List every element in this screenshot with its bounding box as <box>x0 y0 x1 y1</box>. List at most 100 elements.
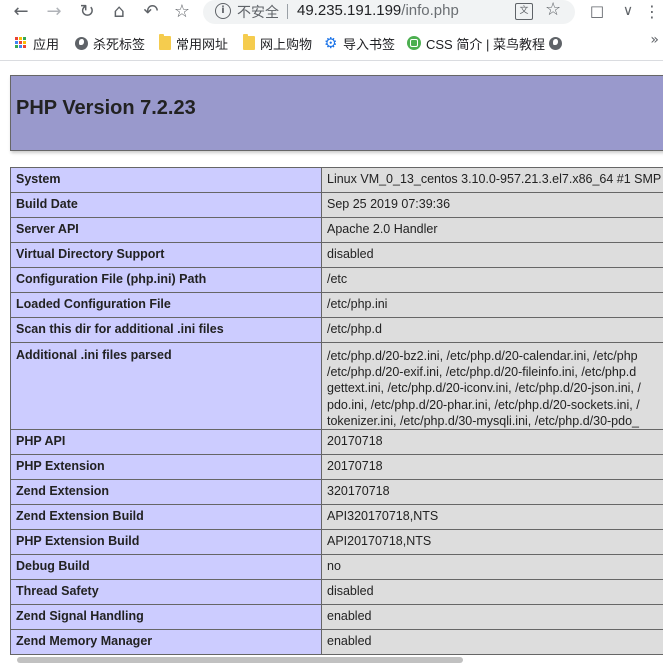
more-bookmarks-button[interactable]: » <box>650 32 659 48</box>
row-value: /etc/php.ini <box>321 292 663 318</box>
bookmark-label: 导入书签 <box>343 36 396 52</box>
row-value: enabled <box>321 629 663 656</box>
table-row: Thread Safety disabled <box>10 579 663 606</box>
row-key: Zend Extension Build <box>10 504 322 531</box>
row-value: enabled <box>321 604 663 631</box>
row-key: Additional .ini files parsed <box>10 341 322 431</box>
bookmark-label: 网上购物 <box>260 36 313 52</box>
ini-line: gettext.ini, /etc/php.d/20-iconv.ini, /e… <box>327 381 641 396</box>
table-row: Zend Extension 320170718 <box>10 479 663 506</box>
php-version-header: PHP Version 7.2.23 <box>10 75 663 151</box>
row-key: Server API <box>10 217 322 243</box>
table-row: Configuration File (php.ini) Path/etc <box>10 267 663 293</box>
translate-icon[interactable]: 文 <box>515 3 533 20</box>
row-value: disabled <box>321 242 663 268</box>
chevron-down-icon[interactable]: ∨ <box>616 0 640 22</box>
runoob-icon <box>407 36 421 50</box>
bookmark-globe[interactable] <box>549 33 562 53</box>
folder-icon <box>159 34 171 50</box>
row-value: Apache 2.0 Handler <box>321 217 663 243</box>
table-row: PHP Extension Build API20170718,NTS <box>10 529 663 556</box>
row-key: Configuration File (php.ini) Path <box>10 267 322 293</box>
table-row: Build Date Sep 25 2019 07:39:36 <box>10 192 663 218</box>
ini-line: tokenizer.ini, /etc/php.d/30-mysqli.ini,… <box>327 413 639 428</box>
table-row: Virtual Directory Support disabled <box>10 242 663 268</box>
row-key: Zend Signal Handling <box>10 604 322 631</box>
url-path: /info.php <box>401 2 459 19</box>
home-icon[interactable]: ⌂ <box>107 0 131 22</box>
more-menu-icon[interactable]: ⋮ <box>642 0 662 22</box>
table-row-ini-files: Additional .ini files parsed /etc/php.d/… <box>10 341 663 431</box>
row-key: Zend Memory Manager <box>10 629 322 656</box>
forward-arrow-icon[interactable]: → <box>42 0 66 22</box>
table-row: Loaded Configuration File/etc/php.ini <box>10 292 663 318</box>
ini-line: /etc/php.d/20-exif.ini, /etc/php.d/20-fi… <box>327 365 637 380</box>
row-value: API20170718,NTS <box>321 529 663 556</box>
info-icon[interactable]: i <box>215 3 231 19</box>
row-key: Loaded Configuration File <box>10 292 322 318</box>
bookmark-shopping[interactable]: 网上购物 <box>243 33 312 53</box>
row-key: PHP API <box>10 429 322 456</box>
ini-line: /etc/php.d/20-bz2.ini, /etc/php.d/20-cal… <box>327 349 638 363</box>
globe-icon <box>75 36 88 50</box>
page-title: PHP Version 7.2.23 <box>16 97 196 119</box>
row-key: Debug Build <box>10 554 322 581</box>
row-key: PHP Extension Build <box>10 529 322 556</box>
bookmark-runoob[interactable]: CSS 简介 | 菜鸟教程 <box>407 33 545 53</box>
row-value: Sep 25 2019 07:39:36 <box>321 192 663 218</box>
page-content: PHP Version 7.2.23 System Linux VM_0_13_c… <box>0 61 663 665</box>
bookmark-label: 应用 <box>33 36 60 52</box>
security-label: 不安全 <box>237 4 279 20</box>
row-key: Thread Safety <box>10 579 322 606</box>
bookmark-label: 杀死标签 <box>93 36 146 52</box>
row-value: Linux VM_0_13_centos 3.10.0-957.21.3.el7… <box>321 167 663 193</box>
table-row: Zend Extension Build API320170718,NTS <box>10 504 663 531</box>
row-value: /etc/php.d/20-bz2.ini, /etc/php.d/20-cal… <box>321 341 663 431</box>
globe-icon <box>549 36 562 50</box>
row-key: PHP Extension <box>10 454 322 481</box>
table-row: Scan this dir for additional .ini files /… <box>10 317 663 343</box>
row-key: Build Date <box>10 192 322 218</box>
bookmark-label: 常用网址 <box>176 36 229 52</box>
crop-icon[interactable]: □ <box>585 0 609 22</box>
horizontal-scrollbar[interactable] <box>17 657 463 663</box>
table-row: Debug Build no <box>10 554 663 581</box>
bookmark-star-icon[interactable]: ☆ <box>170 0 194 22</box>
table-row: System Linux VM_0_13_centos 3.10.0-957.21… <box>10 167 663 193</box>
bookmark-apps[interactable]: 应用 <box>15 33 59 53</box>
back-arrow-icon[interactable]: ← <box>9 0 33 22</box>
address-divider <box>287 4 288 19</box>
bookmark-common-sites[interactable]: 常用网址 <box>159 33 228 53</box>
gear-icon: ⚙ <box>324 34 338 52</box>
bookmark-kill-tabs[interactable]: 杀死标签 <box>75 33 145 53</box>
bookmarks-bar: 应用 杀死标签 常用网址 网上购物 ⚙ 导入书签 CSS 简介 | 菜鸟教程 » <box>0 30 663 56</box>
table-row: PHP Extension 20170718 <box>10 454 663 481</box>
bookmark-import[interactable]: ⚙ 导入书签 <box>324 33 395 53</box>
reload-icon[interactable]: ↻ <box>75 0 99 22</box>
row-value: API320170718,NTS <box>321 504 663 531</box>
row-value: 20170718 <box>321 429 663 456</box>
folder-icon <box>243 34 255 50</box>
row-value: 20170718 <box>321 454 663 481</box>
php-info-table: System Linux VM_0_13_centos 3.10.0-957.21… <box>10 167 663 656</box>
row-value: /etc <box>321 267 663 293</box>
table-row: Server API Apache 2.0 Handler <box>10 217 663 243</box>
url-text[interactable]: 49.235.191.199/info.php <box>297 2 459 19</box>
undo-icon[interactable]: ↶ <box>139 0 163 22</box>
star-icon[interactable]: ☆ <box>545 0 561 20</box>
row-key: Scan this dir for additional .ini files <box>10 317 322 343</box>
ini-line: pdo.ini, /etc/php.d/20-phar.ini, /etc/ph… <box>327 397 640 412</box>
table-row: Zend Memory Manager enabled <box>10 629 663 656</box>
row-value: disabled <box>321 579 663 606</box>
row-value: /etc/php.d <box>321 317 663 343</box>
table-row: PHP API 20170718 <box>10 429 663 456</box>
row-key: Virtual Directory Support <box>10 242 322 268</box>
table-row: Zend Signal Handling enabled <box>10 604 663 631</box>
address-bar[interactable]: i 不安全 49.235.191.199/info.php 文 ☆ <box>203 0 575 24</box>
url-host: 49.235.191.199 <box>297 2 402 19</box>
row-value: 320170718 <box>321 479 663 506</box>
browser-toolbar: ← → ↻ ⌂ ↶ ☆ i 不安全 49.235.191.199/info.ph… <box>0 0 663 26</box>
apps-grid-icon <box>15 36 28 50</box>
bookmark-label: CSS 简介 | 菜鸟教程 <box>426 36 545 52</box>
row-key: System <box>10 167 322 193</box>
